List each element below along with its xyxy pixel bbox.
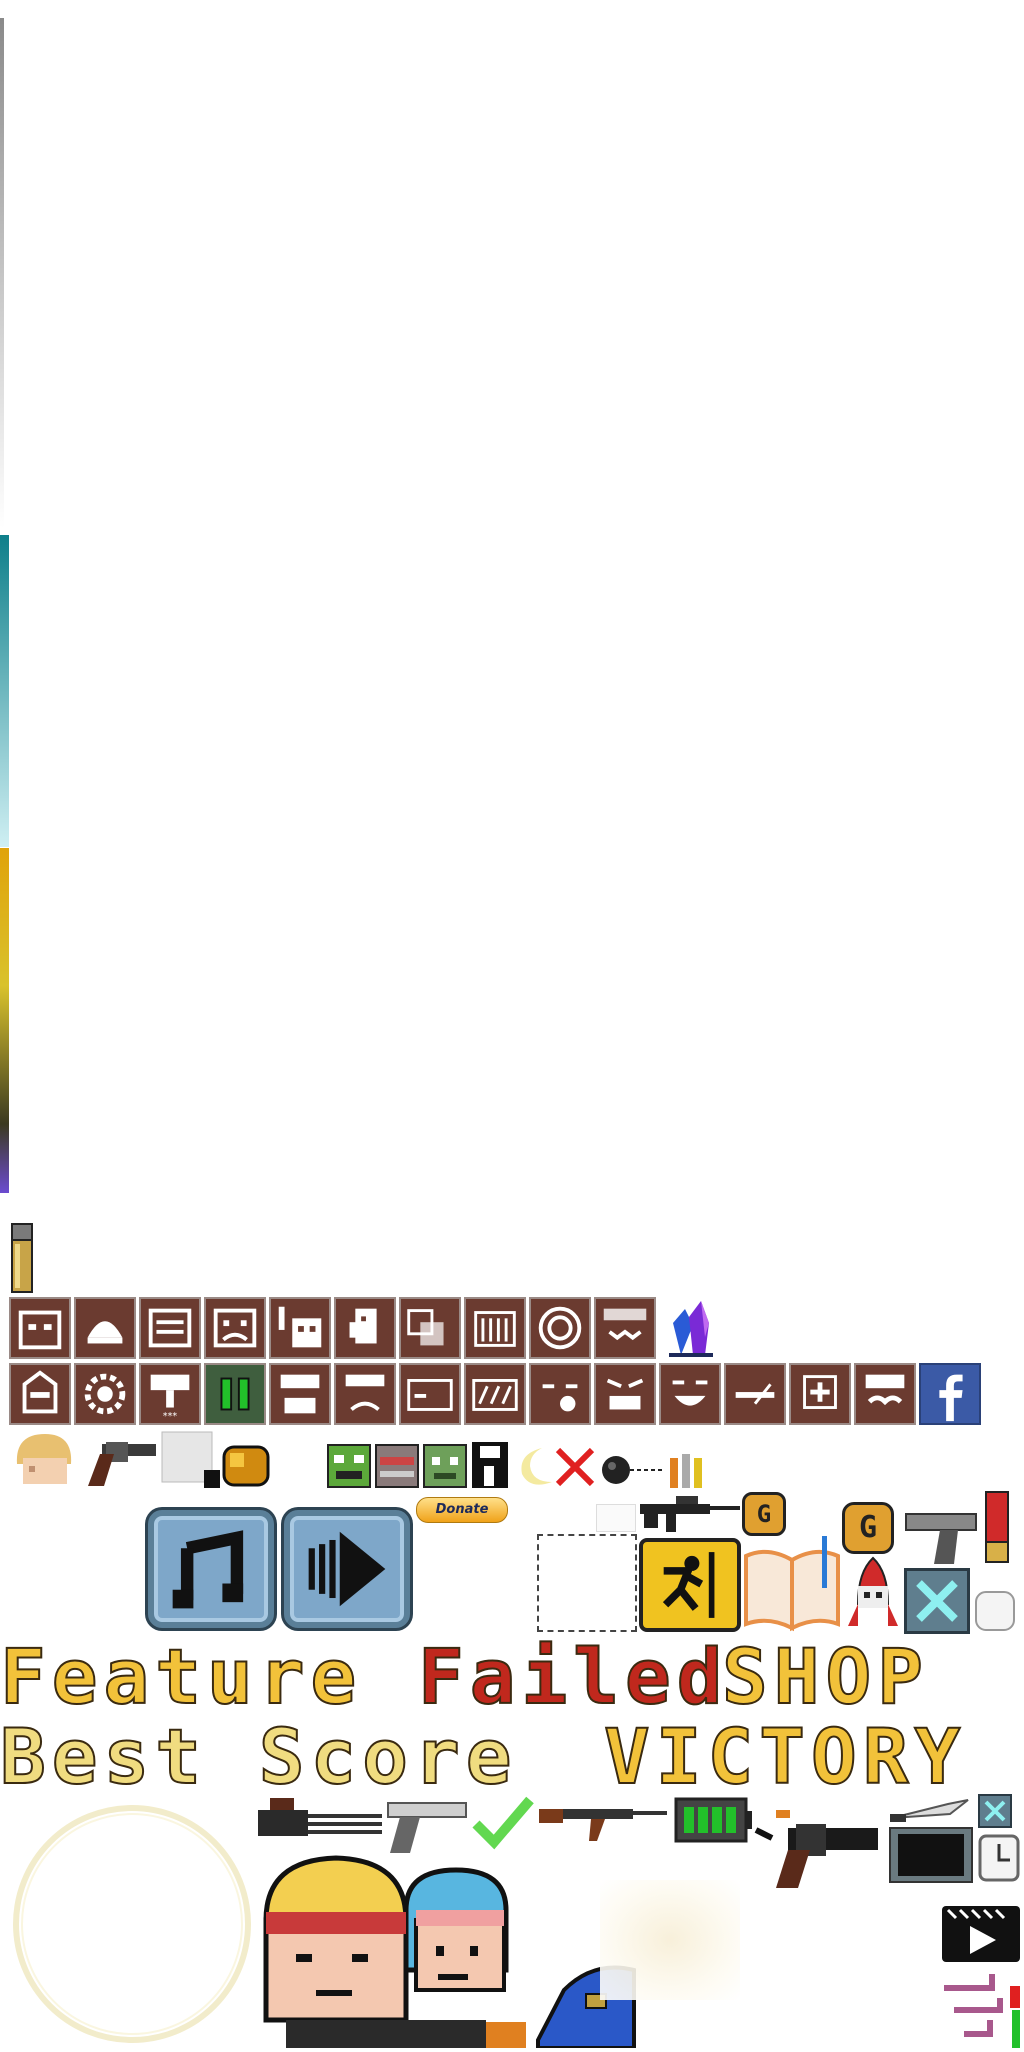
- clock-icon: [976, 1832, 1022, 1884]
- title-failed: Failed: [417, 1631, 729, 1722]
- facebook-icon[interactable]: [919, 1363, 981, 1425]
- zombie-face-icon: [326, 1443, 372, 1489]
- battery-icon: [674, 1795, 754, 1845]
- grin-icon[interactable]: [594, 1297, 656, 1359]
- assault-rifle-icon: [636, 1492, 742, 1536]
- close-icon: [916, 1580, 958, 1622]
- skull-icon[interactable]: [269, 1297, 331, 1359]
- beard-icon[interactable]: [269, 1363, 331, 1425]
- mustache-icon[interactable]: [854, 1363, 916, 1425]
- gold-g-badge-large: G: [842, 1502, 894, 1554]
- gear-icon[interactable]: [74, 1363, 136, 1425]
- open-book-icon: [742, 1536, 842, 1634]
- crystal-icon: [661, 1297, 721, 1359]
- color-bars-icon: [668, 1452, 708, 1488]
- cube-block-icon: [160, 1430, 222, 1490]
- sad-face-icon[interactable]: [204, 1297, 266, 1359]
- donate-button[interactable]: Donate: [416, 1497, 508, 1523]
- white-square-icon: [596, 1504, 636, 1532]
- small-close-icon: [978, 1794, 1012, 1828]
- shield-icon[interactable]: ***: [139, 1363, 201, 1425]
- green-check-icon: [470, 1792, 536, 1852]
- crescent-moon-icon: [512, 1444, 556, 1490]
- skull-rocket-icon: [842, 1556, 904, 1636]
- gold-coin-icon: [222, 1443, 272, 1489]
- title-feature: Feature: [0, 1631, 363, 1722]
- speaker-icon: [308, 1531, 386, 1607]
- blade-icon[interactable]: [724, 1363, 786, 1425]
- ak-rifle-icon: [535, 1795, 670, 1845]
- icon-row-2: ***: [9, 1363, 1009, 1425]
- cube-icon[interactable]: [399, 1297, 461, 1359]
- gold-gradient-strip: [0, 848, 9, 1193]
- stripe-icon[interactable]: [464, 1363, 526, 1425]
- wink-icon[interactable]: [529, 1363, 591, 1425]
- face-icon[interactable]: [9, 1297, 71, 1359]
- cyan-gradient-strip: [0, 535, 9, 847]
- gold-g-badge: G: [742, 1492, 786, 1536]
- svg-text:***: ***: [163, 1411, 178, 1422]
- play-video-icon[interactable]: [940, 1904, 1022, 1964]
- save-disk-icon: [470, 1440, 510, 1490]
- mask-icon[interactable]: [139, 1297, 201, 1359]
- mummy-face-icon: [374, 1443, 420, 1489]
- knife-icon: [888, 1796, 970, 1826]
- tv-screen-icon: [888, 1826, 974, 1884]
- icon-row-1: [9, 1297, 713, 1359]
- pipe-lines-icon: [940, 1970, 1024, 2048]
- title-victory: VICTORY: [603, 1711, 967, 1802]
- sound-toggle-button[interactable]: [284, 1510, 410, 1628]
- revolver-icon: [80, 1436, 160, 1488]
- title-best-score: Best Score: [0, 1711, 518, 1802]
- run-exit-button[interactable]: [639, 1538, 741, 1632]
- medic-icon[interactable]: [789, 1363, 851, 1425]
- ghost-icon[interactable]: [334, 1297, 396, 1359]
- white-ball-icon: [972, 1588, 1018, 1634]
- bullet-icon: [9, 1222, 35, 1294]
- minigun-icon: [256, 1790, 386, 1850]
- dashed-frame: [537, 1534, 637, 1632]
- pause-icon[interactable]: [204, 1363, 266, 1425]
- box-icon[interactable]: [399, 1363, 461, 1425]
- helmet-icon[interactable]: [74, 1297, 136, 1359]
- pistol-icon: [900, 1508, 984, 1566]
- hero-duo-sprite: [256, 1850, 536, 2048]
- blonde-hair-icon: [9, 1428, 79, 1488]
- grumpy-icon[interactable]: [594, 1363, 656, 1425]
- teeth-icon[interactable]: [464, 1297, 526, 1359]
- music-note-icon: [172, 1530, 244, 1609]
- red-x-icon: [554, 1446, 596, 1488]
- music-toggle-button[interactable]: [148, 1510, 274, 1628]
- black-revolver-icon: [752, 1800, 882, 1890]
- running-man-icon: [662, 1552, 715, 1618]
- smile-icon[interactable]: [659, 1363, 721, 1425]
- shotgun-shell-icon: [982, 1490, 1012, 1564]
- title-shop: SHOP: [721, 1631, 930, 1722]
- glow-ring: [8, 1800, 256, 2048]
- silver-pistol-icon: [380, 1795, 470, 1855]
- ninja-icon[interactable]: [9, 1363, 71, 1425]
- bomb-icon: [598, 1450, 668, 1488]
- close-button[interactable]: [904, 1568, 970, 1634]
- light-glow-square: [600, 1880, 740, 2000]
- gray-gradient-strip: [0, 18, 4, 528]
- frown-icon[interactable]: [334, 1363, 396, 1425]
- green-face-icon: [422, 1443, 468, 1489]
- target-icon[interactable]: [529, 1297, 591, 1359]
